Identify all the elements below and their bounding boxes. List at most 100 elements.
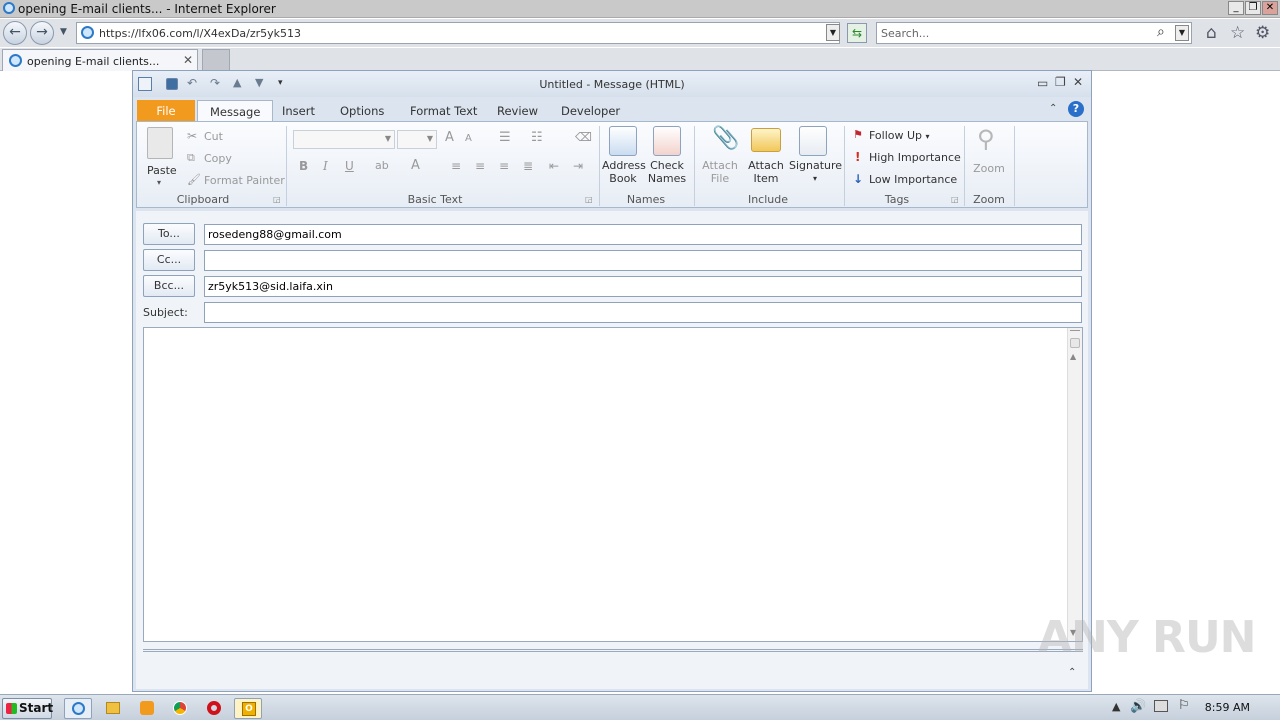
body-scrollbar[interactable]: ▲ ▼ xyxy=(1067,328,1082,641)
window-close-icon[interactable]: ✕ xyxy=(1073,75,1083,89)
align-left-icon[interactable]: ≡ xyxy=(451,159,461,173)
network-icon[interactable] xyxy=(1154,700,1168,712)
taskbar-clock[interactable]: 8:59 AM xyxy=(1205,701,1250,714)
bcc-field[interactable]: zr5yk513@sid.laifa.xin xyxy=(204,276,1082,297)
browser-tab[interactable]: opening E-mail clients... ✕ xyxy=(2,49,198,71)
follow-up-flag-icon[interactable]: ⚑ xyxy=(853,128,863,141)
justify-icon[interactable]: ≣ xyxy=(523,159,533,173)
tab-file[interactable]: File xyxy=(137,100,195,121)
ruler-toggle-icon[interactable] xyxy=(1070,338,1080,348)
basic-text-launcher-icon[interactable]: ◲ xyxy=(585,195,593,204)
signature-icon[interactable] xyxy=(799,126,827,156)
address-book-icon[interactable] xyxy=(609,126,637,156)
home-icon[interactable]: ⌂ xyxy=(1206,23,1217,43)
forward-button[interactable]: → xyxy=(30,21,54,45)
check-names-button[interactable]: Check Names xyxy=(646,159,688,185)
horizontal-scrollbar[interactable] xyxy=(143,649,1083,652)
paste-icon[interactable] xyxy=(147,127,173,159)
attach-item-icon[interactable] xyxy=(751,128,781,152)
highlight-icon[interactable]: ab xyxy=(375,159,389,172)
high-importance-icon[interactable]: ! xyxy=(855,150,860,164)
cc-button[interactable]: Cc... xyxy=(143,249,195,271)
browser-tab-title[interactable]: opening E-mail clients... xyxy=(27,55,159,68)
minimize-ribbon-icon[interactable]: ⌃ xyxy=(1049,103,1057,114)
close-button[interactable]: ✕ xyxy=(1262,1,1278,15)
tab-format-text[interactable]: Format Text xyxy=(398,100,489,121)
paste-button[interactable]: Paste xyxy=(147,164,177,177)
tab-message[interactable]: Message xyxy=(197,100,274,121)
bcc-button[interactable]: Bcc... xyxy=(143,275,195,297)
subject-field[interactable] xyxy=(204,302,1082,323)
decrease-indent-icon[interactable]: ⇤ xyxy=(549,159,559,173)
history-dropdown-icon[interactable]: ▼ xyxy=(60,27,67,37)
tab-insert[interactable]: Insert xyxy=(270,100,327,121)
taskbar-opera-icon[interactable] xyxy=(200,698,228,719)
check-names-icon[interactable] xyxy=(653,126,681,156)
italic-icon[interactable]: I xyxy=(323,159,328,173)
attach-file-icon[interactable]: 📎 xyxy=(712,126,739,151)
scrollbar-split-icon[interactable] xyxy=(1070,330,1080,336)
address-url[interactable]: https://lfx06.com/l/X4exDa/zr5yk513 xyxy=(99,27,301,40)
to-field[interactable]: rosedeng88@gmail.com xyxy=(204,224,1082,245)
back-button[interactable]: ← xyxy=(3,21,27,45)
attach-file-button[interactable]: Attach File xyxy=(697,159,743,185)
paste-dropdown-icon[interactable]: ▾ xyxy=(157,178,161,187)
bold-icon[interactable]: B xyxy=(299,159,308,173)
action-center-flag-icon[interactable]: ⚐ xyxy=(1178,698,1190,713)
tab-close-icon[interactable]: ✕ xyxy=(183,53,193,67)
zoom-magnifier-icon[interactable]: ⚲ xyxy=(977,125,995,153)
align-center-icon[interactable]: ≡ xyxy=(475,159,485,173)
numbering-icon[interactable]: ☷ xyxy=(531,130,543,145)
increase-indent-icon[interactable]: ⇥ xyxy=(573,159,583,173)
format-painter-button[interactable]: Format Painter xyxy=(204,174,285,187)
address-book-button[interactable]: Address Book xyxy=(602,159,646,185)
align-right-icon[interactable]: ≡ xyxy=(499,159,509,173)
refresh-icon[interactable]: ⇆ xyxy=(847,23,867,43)
restore-button[interactable]: ❐ xyxy=(1245,1,1261,15)
tools-gear-icon[interactable]: ⚙ xyxy=(1255,23,1270,43)
signature-button[interactable]: Signature ▾ xyxy=(789,159,842,185)
taskbar-internet-explorer-icon[interactable] xyxy=(64,698,92,719)
start-button[interactable]: Start xyxy=(2,698,53,719)
follow-up-button[interactable]: Follow Up ▾ xyxy=(869,129,930,142)
grow-font-icon[interactable]: A xyxy=(445,130,454,145)
minimize-button[interactable]: _ xyxy=(1228,1,1244,15)
underline-icon[interactable]: U xyxy=(345,159,354,173)
copy-button[interactable]: Copy xyxy=(204,152,232,165)
tab-review[interactable]: Review xyxy=(485,100,550,121)
high-importance-button[interactable]: High Importance xyxy=(869,151,961,164)
window-restore-icon[interactable]: ❐ xyxy=(1055,75,1066,89)
help-icon[interactable]: ? xyxy=(1068,101,1084,117)
window-minimize-icon[interactable]: ▭ xyxy=(1037,76,1048,90)
taskbar-chrome-icon[interactable] xyxy=(166,698,194,719)
low-importance-icon[interactable]: ↓ xyxy=(853,172,863,186)
address-dropdown-icon[interactable]: ▼ xyxy=(826,24,840,41)
search-box[interactable]: Search... ⌕ ▼ xyxy=(876,22,1192,44)
font-size-combo[interactable]: ▼ xyxy=(397,130,437,149)
bullets-icon[interactable]: ☰ xyxy=(499,130,511,145)
tab-options[interactable]: Options xyxy=(328,100,396,121)
to-button[interactable]: To... xyxy=(143,223,195,245)
attach-item-button[interactable]: Attach Item xyxy=(743,159,789,185)
taskbar-outlook-icon[interactable]: O xyxy=(234,698,262,719)
taskbar-media-player-icon[interactable] xyxy=(133,698,161,719)
cut-button[interactable]: Cut xyxy=(204,130,223,143)
tab-developer[interactable]: Developer xyxy=(549,100,632,121)
cc-field[interactable] xyxy=(204,250,1082,271)
clipboard-launcher-icon[interactable]: ◲ xyxy=(273,195,281,204)
show-hidden-icons[interactable]: ▲ xyxy=(1112,700,1120,713)
search-dropdown-icon[interactable]: ▼ xyxy=(1175,25,1189,41)
expand-pane-icon[interactable]: ⌃ xyxy=(1068,667,1076,678)
scroll-up-icon[interactable]: ▲ xyxy=(1070,352,1076,361)
address-bar[interactable]: https://lfx06.com/l/X4exDa/zr5yk513 xyxy=(76,22,840,44)
favorites-star-icon[interactable]: ☆ xyxy=(1230,23,1245,43)
font-name-combo[interactable]: ▼ xyxy=(293,130,395,149)
shrink-font-icon[interactable]: A xyxy=(465,133,472,144)
low-importance-button[interactable]: Low Importance xyxy=(869,173,957,186)
taskbar-explorer-icon[interactable] xyxy=(99,698,127,719)
message-body-editor[interactable]: ▲ ▼ xyxy=(143,327,1083,642)
search-icon[interactable]: ⌕ xyxy=(1157,24,1165,40)
search-placeholder[interactable]: Search... xyxy=(881,27,929,40)
clear-formatting-icon[interactable]: ⌫ xyxy=(575,130,592,144)
zoom-button[interactable]: Zoom xyxy=(965,162,1013,175)
